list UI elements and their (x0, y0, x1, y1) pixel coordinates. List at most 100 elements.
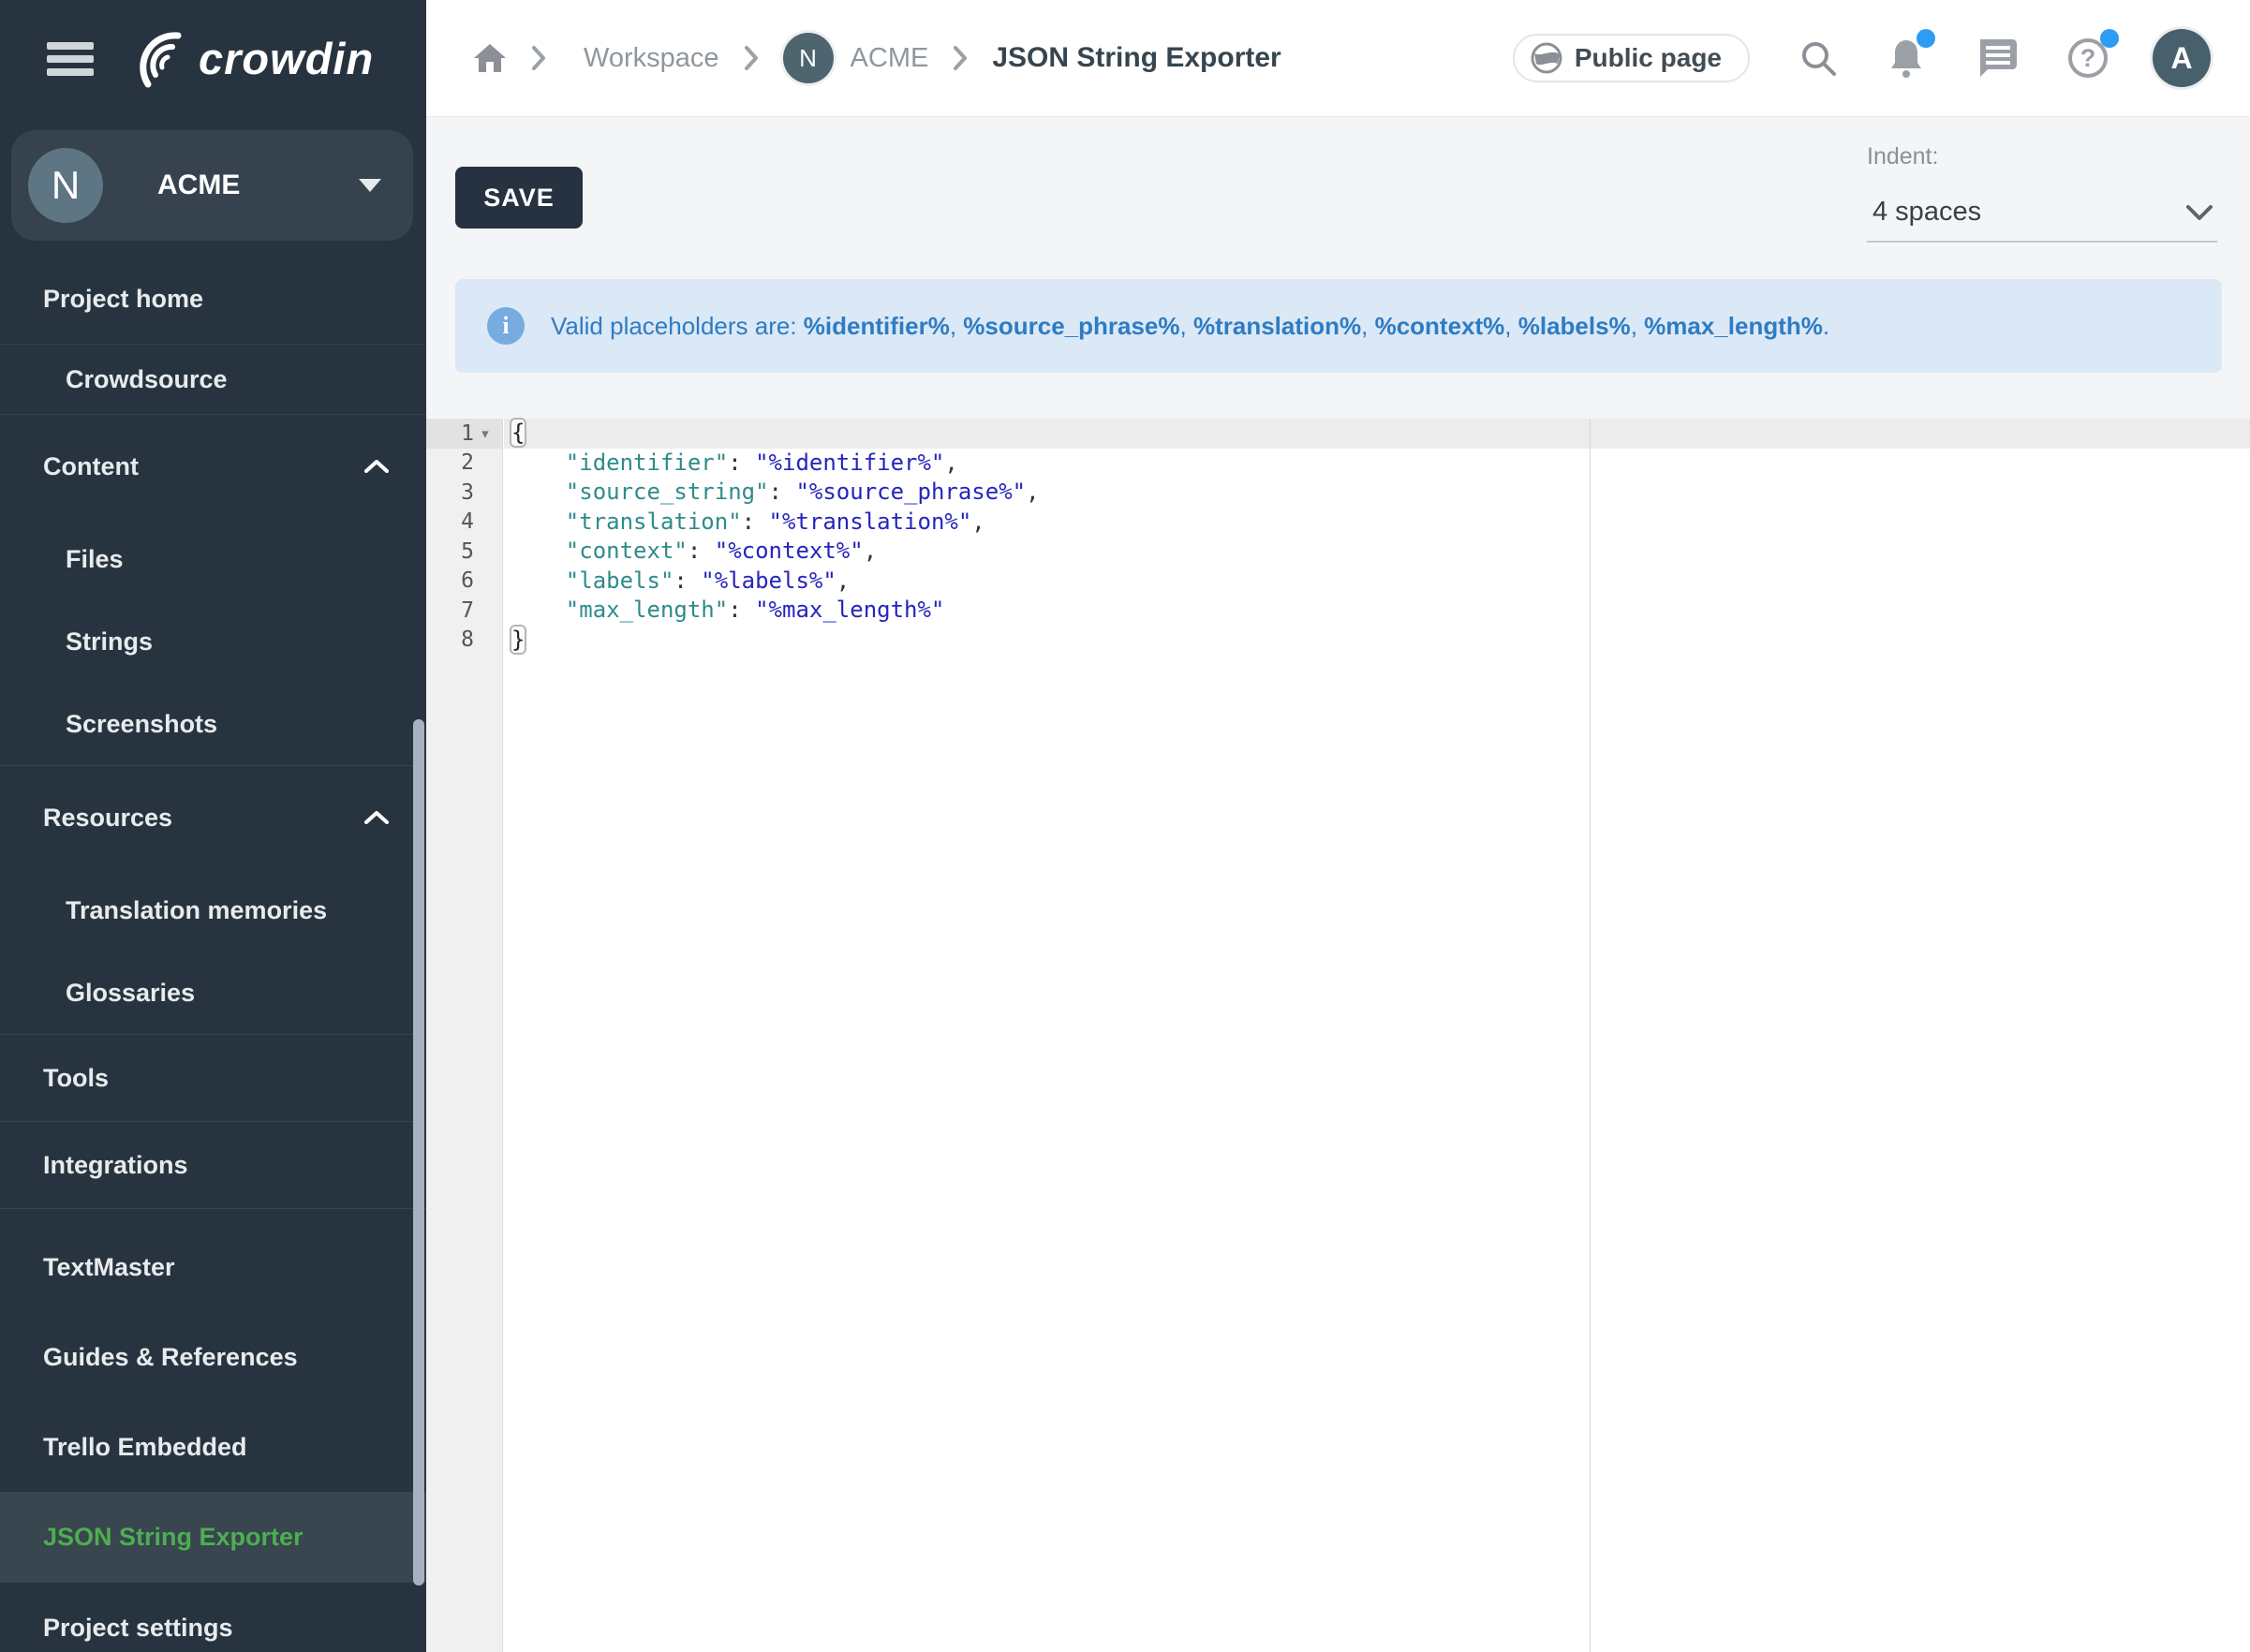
sidebar-item-label: Content (43, 452, 364, 481)
code-token: : (688, 538, 715, 564)
code-token: "%translation%" (769, 509, 972, 535)
placeholder-token: %translation% (1193, 312, 1361, 340)
user-avatar[interactable]: A (2153, 29, 2211, 87)
chevron-up-icon (364, 460, 389, 473)
code-token (511, 568, 566, 594)
indent-control: Indent: 4 spaces (1867, 143, 2217, 243)
placeholder-token: %max_length% (1644, 312, 1823, 340)
code-token: : (742, 509, 769, 535)
gutter-line-7[interactable]: 7 (426, 596, 502, 626)
messages-icon[interactable] (1975, 37, 2018, 79)
sidebar-nav: Project home Crowdsource Content Files Strin… (0, 254, 426, 1652)
editor-gutter: 1▾2345678 (426, 419, 503, 1652)
sidebar-item-glossaries[interactable]: Glossaries (0, 951, 426, 1034)
sidebar-item-project-home[interactable]: Project home (0, 254, 426, 344)
public-page-button[interactable]: Public page (1513, 34, 1750, 82)
sidebar-item-label: Project home (43, 285, 389, 314)
code-token: "%labels%" (701, 568, 836, 594)
project-selector[interactable]: N ACME (11, 130, 413, 241)
sidebar-item-screenshots[interactable]: Screenshots (0, 683, 426, 765)
main-content: SAVE Indent: 4 spaces i Valid placeholde… (426, 117, 2250, 1652)
code-token: "labels" (566, 568, 674, 594)
sidebar-item-project-settings[interactable]: Project settings (0, 1583, 426, 1652)
notification-badge (1917, 29, 1935, 48)
sidebar-item-textmaster[interactable]: TextMaster (0, 1222, 426, 1312)
code-token: "source_string" (566, 479, 769, 505)
breadcrumb-separator-icon (531, 45, 546, 71)
notifications-bell-icon[interactable] (1887, 37, 1926, 80)
sidebar-item-json-string-exporter[interactable]: JSON String Exporter (0, 1492, 426, 1582)
placeholder-token: %source_phrase% (963, 312, 1179, 340)
home-icon[interactable] (473, 42, 507, 74)
sidebar-item-files[interactable]: Files (0, 518, 426, 600)
gutter-line-1[interactable]: 1▾ (426, 419, 502, 449)
placeholder-token: %context% (1375, 312, 1505, 340)
line-number: 5 (461, 539, 474, 564)
code-token: "%identifier%" (755, 450, 944, 476)
sidebar-item-content[interactable]: Content (0, 415, 426, 518)
gutter-line-8[interactable]: 8 (426, 626, 502, 656)
code-line-3[interactable]: "source_string": "%source_phrase%", (504, 478, 2250, 508)
code-token: } (511, 627, 525, 653)
crowdin-logo[interactable]: crowdin (120, 22, 374, 96)
sidebar-item-label: Translation memories (66, 896, 389, 925)
code-line-5[interactable]: "context": "%context%", (504, 537, 2250, 567)
line-number: 4 (461, 509, 474, 534)
info-icon: i (487, 307, 525, 345)
sidebar-item-label: Files (66, 545, 389, 574)
sidebar-item-guides-references[interactable]: Guides & References (0, 1312, 426, 1402)
project-name: ACME (157, 170, 359, 201)
breadcrumb-project-avatar: N (783, 33, 834, 83)
globe-icon (1530, 41, 1563, 75)
sidebar-item-integrations[interactable]: Integrations (0, 1122, 426, 1208)
code-token: "%max_length%" (755, 597, 944, 623)
code-line-1[interactable]: { (504, 419, 2250, 449)
line-number: 2 (461, 450, 474, 475)
line-number: 8 (461, 627, 474, 652)
gutter-line-3[interactable]: 3 (426, 478, 502, 508)
sidebar-item-strings[interactable]: Strings (0, 600, 426, 683)
chevron-up-icon (364, 811, 389, 824)
indent-select[interactable]: 4 spaces (1867, 191, 2217, 243)
gutter-line-2[interactable]: 2 (426, 449, 502, 479)
code-token: , (1026, 479, 1039, 505)
app: crowdin N ACME Project home Crowdsource Co… (0, 0, 2250, 1652)
sidebar-item-translation-memories[interactable]: Translation memories (0, 869, 426, 951)
sidebar-scrollbar[interactable] (413, 719, 424, 1586)
sidebar-divider (0, 1208, 426, 1209)
code-token: "context" (566, 538, 688, 564)
gutter-line-5[interactable]: 5 (426, 537, 502, 567)
topbar: Workspace N ACME JSON String Exporter Pu… (426, 0, 2250, 117)
sidebar-item-tools[interactable]: Tools (0, 1035, 426, 1121)
code-token: , (836, 568, 850, 594)
help-icon[interactable]: ? (2066, 37, 2109, 80)
breadcrumb-project[interactable]: N ACME (783, 33, 929, 83)
code-token: : (769, 479, 796, 505)
code-token (511, 538, 566, 564)
code-editor[interactable]: 1▾2345678 { "identifier": "%identifier%"… (426, 419, 2250, 1652)
save-button[interactable]: SAVE (455, 167, 583, 229)
code-line-7[interactable]: "max_length": "%max_length%" (504, 596, 2250, 626)
code-line-2[interactable]: "identifier": "%identifier%", (504, 449, 2250, 479)
sidebar-item-label: Strings (66, 627, 389, 656)
sidebar-item-crowdsource[interactable]: Crowdsource (0, 345, 426, 414)
code-line-8[interactable]: } (504, 626, 2250, 656)
fold-toggle-icon[interactable]: ▾ (474, 423, 496, 444)
gutter-line-4[interactable]: 4 (426, 508, 502, 538)
sidebar: crowdin N ACME Project home Crowdsource Co… (0, 0, 426, 1652)
search-icon[interactable] (1799, 38, 1838, 78)
sidebar-item-trello-embedded[interactable]: Trello Embedded (0, 1402, 426, 1492)
code-token (511, 450, 566, 476)
code-line-6[interactable]: "labels": "%labels%", (504, 567, 2250, 597)
breadcrumb-project-name: ACME (851, 43, 929, 74)
code-token: "identifier" (566, 450, 728, 476)
editor-lines[interactable]: { "identifier": "%identifier%", "source_… (504, 419, 2250, 1652)
sidebar-item-label: Tools (43, 1064, 389, 1093)
gutter-line-6[interactable]: 6 (426, 567, 502, 597)
help-badge (2100, 29, 2119, 48)
code-line-4[interactable]: "translation": "%translation%", (504, 508, 2250, 538)
sidebar-item-resources[interactable]: Resources (0, 766, 426, 869)
hamburger-menu-icon[interactable] (47, 42, 94, 76)
breadcrumb-workspace[interactable]: Workspace (584, 43, 719, 74)
line-number: 6 (461, 568, 474, 593)
